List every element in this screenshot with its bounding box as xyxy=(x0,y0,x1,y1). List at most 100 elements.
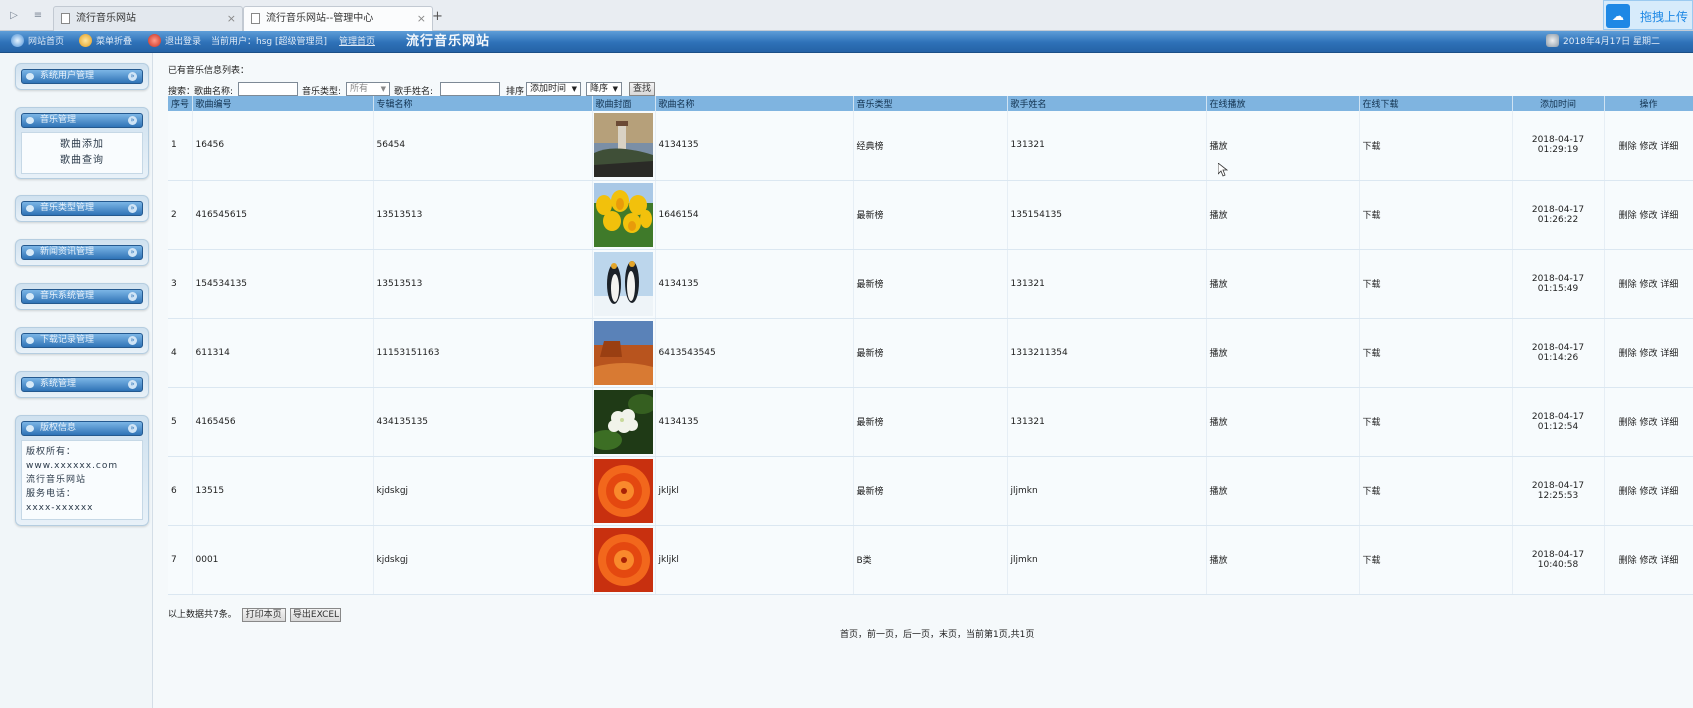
menu-downloads[interactable]: 下载记录管理 » xyxy=(15,327,149,354)
edit-link[interactable]: 修改 xyxy=(1639,349,1657,359)
download-link[interactable]: 下载 xyxy=(1359,318,1513,388)
total-text: 以上数据共7条。 xyxy=(168,610,237,620)
date-text: 2018-04-17 xyxy=(1531,480,1585,491)
menu-icon[interactable]: ≡ xyxy=(31,9,45,23)
cell-song-name: 6413543545 xyxy=(655,318,854,388)
detail-link[interactable]: 详细 xyxy=(1660,487,1678,497)
type-select[interactable]: 所有 ▼ xyxy=(346,82,390,96)
expand-icon[interactable]: » xyxy=(128,248,137,257)
delete-link[interactable]: 删除 xyxy=(1619,556,1637,566)
detail-link[interactable]: 详细 xyxy=(1660,556,1678,566)
detail-link[interactable]: 详细 xyxy=(1660,349,1678,359)
table-header-row: 序号 歌曲编号 专辑名称 歌曲封面 歌曲名称 音乐类型 歌手姓名 在线播放 在线… xyxy=(168,96,1693,111)
home-link[interactable]: 网站首页 xyxy=(11,31,64,53)
play-link[interactable]: 播放 xyxy=(1206,318,1360,388)
delete-link[interactable]: 删除 xyxy=(1619,487,1637,497)
user-icon xyxy=(1546,34,1559,47)
browser-tab-site[interactable]: 流行音乐网站 × xyxy=(53,6,243,31)
print-button[interactable]: 打印本页 xyxy=(241,608,286,622)
download-link[interactable]: 下载 xyxy=(1359,387,1513,457)
delete-link[interactable]: 删除 xyxy=(1619,280,1637,290)
detail-link[interactable]: 详细 xyxy=(1660,418,1678,428)
delete-link[interactable]: 删除 xyxy=(1619,142,1637,152)
upload-widget[interactable]: ☁ 拖拽上传 xyxy=(1603,0,1693,30)
detail-link[interactable]: 详细 xyxy=(1660,211,1678,221)
close-icon[interactable]: × xyxy=(227,7,236,31)
export-excel-button[interactable]: 导出EXCEL xyxy=(290,608,342,622)
menu-header[interactable]: 系统管理 » xyxy=(21,377,143,392)
menu-system-users[interactable]: 系统用户管理 » xyxy=(15,63,149,90)
menu-system[interactable]: 系统管理 » xyxy=(15,371,149,398)
table-row: 7 0001 kjdskgj jkljkl B类 jljmkn 播放 下载 2018-04-17… xyxy=(168,525,1693,595)
close-icon[interactable]: × xyxy=(417,7,426,31)
download-link[interactable]: 下载 xyxy=(1359,249,1513,319)
menu-header[interactable]: 系统用户管理 » xyxy=(21,69,143,84)
col-album: 专辑名称 xyxy=(373,96,593,111)
detail-link[interactable]: 详细 xyxy=(1660,142,1678,152)
menu-header[interactable]: 音乐管理 » xyxy=(21,113,143,128)
play-link[interactable]: 播放 xyxy=(1206,456,1360,526)
current-user-info: 当前用户：hsg [超级管理员] xyxy=(211,31,327,53)
play-link[interactable]: 播放 xyxy=(1206,180,1360,250)
menu-header[interactable]: 下载记录管理 » xyxy=(21,333,143,348)
play-link[interactable]: 播放 xyxy=(1206,525,1360,595)
cell-date: 2018-04-17 10:40:58 xyxy=(1512,525,1605,595)
play-link[interactable]: 播放 xyxy=(1206,387,1360,457)
delete-link[interactable]: 删除 xyxy=(1619,418,1637,428)
expand-icon[interactable]: » xyxy=(128,336,137,345)
sort-field-select[interactable]: 添加时间 ▼ xyxy=(526,82,581,96)
cell-type: B类 xyxy=(853,525,1008,595)
menu-music-system[interactable]: 音乐系统管理 » xyxy=(15,283,149,310)
menu-item-query-song[interactable]: 歌曲查询 xyxy=(22,153,142,169)
cell-cover xyxy=(592,525,656,595)
cover-image xyxy=(593,389,655,454)
menu-music-types[interactable]: 音乐类型管理 » xyxy=(15,195,149,222)
expand-icon[interactable]: » xyxy=(128,292,137,301)
menu-header[interactable]: 音乐类型管理 » xyxy=(21,201,143,216)
download-link[interactable]: 下载 xyxy=(1359,456,1513,526)
edit-link[interactable]: 修改 xyxy=(1639,418,1657,428)
new-tab-icon[interactable]: + xyxy=(432,9,443,24)
sidebar-toggle-icon[interactable]: ▷ xyxy=(7,9,21,23)
collapse-icon[interactable]: » xyxy=(128,116,137,125)
play-link[interactable]: 播放 xyxy=(1206,249,1360,319)
date-text: 2018-04-17 xyxy=(1531,204,1585,215)
pagination[interactable]: 首页，前一页，后一页，末页，当前第1页,共1页 xyxy=(840,627,1034,640)
edit-link[interactable]: 修改 xyxy=(1639,280,1657,290)
menu-label: 下载记录管理 xyxy=(40,335,95,345)
delete-link[interactable]: 删除 xyxy=(1619,349,1637,359)
cell-type: 经典榜 xyxy=(853,111,1008,181)
download-link[interactable]: 下载 xyxy=(1359,180,1513,250)
download-link[interactable]: 下载 xyxy=(1359,525,1513,595)
collapse-menu-link[interactable]: 菜单折叠 xyxy=(79,31,132,53)
edit-link[interactable]: 修改 xyxy=(1639,487,1657,497)
logout-link[interactable]: 退出登录 xyxy=(148,31,201,53)
menu-header[interactable]: 音乐系统管理 » xyxy=(21,289,143,304)
cell-singer: 1313211354 xyxy=(1007,318,1207,388)
menu-header[interactable]: 新闻资讯管理 » xyxy=(21,245,143,260)
singer-input[interactable] xyxy=(440,82,500,96)
time-text: 01:26:22 xyxy=(1537,214,1579,225)
expand-icon[interactable]: » xyxy=(128,204,137,213)
expand-icon[interactable]: » xyxy=(128,72,137,81)
download-link[interactable]: 下载 xyxy=(1359,111,1513,181)
collapse-icon[interactable]: » xyxy=(128,424,137,433)
sort-order-select[interactable]: 降序 ▼ xyxy=(586,82,622,96)
edit-link[interactable]: 修改 xyxy=(1639,211,1657,221)
admin-home-link[interactable]: 管理首页 xyxy=(339,31,375,53)
play-link[interactable]: 播放 xyxy=(1206,111,1360,181)
menu-item-add-song[interactable]: 歌曲添加 xyxy=(22,137,142,153)
edit-link[interactable]: 修改 xyxy=(1639,556,1657,566)
browser-tab-admin[interactable]: 流行音乐网站--管理中心 × xyxy=(243,6,433,32)
song-name-input[interactable] xyxy=(238,82,298,96)
delete-link[interactable]: 删除 xyxy=(1619,211,1637,221)
menu-news[interactable]: 新闻资讯管理 » xyxy=(15,239,149,266)
menu-header[interactable]: 版权信息 » xyxy=(21,421,143,436)
menu-music[interactable]: 音乐管理 » 歌曲添加 歌曲查询 xyxy=(15,107,149,179)
edit-link[interactable]: 修改 xyxy=(1639,142,1657,152)
page-icon xyxy=(61,13,70,24)
detail-link[interactable]: 详细 xyxy=(1660,280,1678,290)
cell-album: 11153151163 xyxy=(373,318,593,388)
expand-icon[interactable]: » xyxy=(128,380,137,389)
query-button[interactable]: 查找 xyxy=(629,82,655,96)
